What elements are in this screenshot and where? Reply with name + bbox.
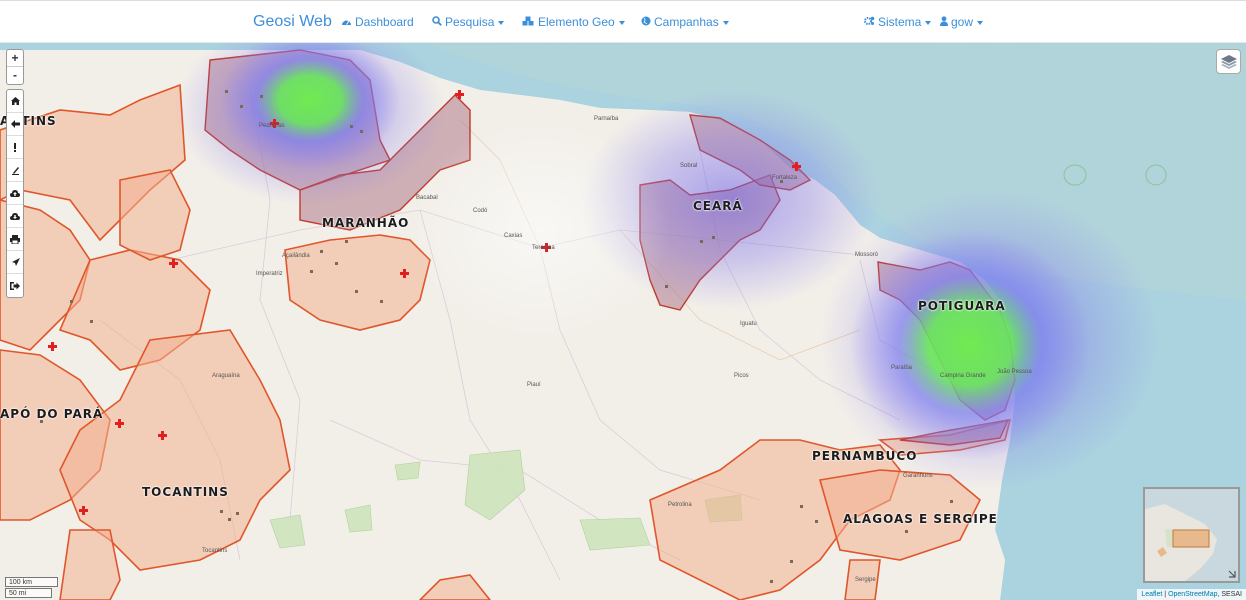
- back-button[interactable]: [7, 113, 23, 136]
- chevron-down-icon: [977, 20, 984, 25]
- navigate-button[interactable]: [7, 251, 23, 274]
- city-label: Pedreiras: [259, 123, 285, 129]
- city-label: Iguatu: [740, 321, 757, 327]
- attribution: Leaflet | OpenStreetMap, SESAI: [1137, 589, 1246, 600]
- exclamation-icon: [14, 142, 16, 152]
- city-label: Petrolina: [668, 502, 692, 508]
- top-navbar: Geosi Web Dashboard Pesquisa Elemento Ge…: [0, 0, 1246, 43]
- city-label: Paraíba: [891, 365, 913, 371]
- cogs-icon: [864, 16, 875, 29]
- nav-campanhas[interactable]: Campanhas: [641, 15, 729, 29]
- draw-button[interactable]: [7, 159, 23, 182]
- nav-elemento-geo-label: Elemento Geo: [538, 15, 615, 29]
- home-icon: [10, 97, 20, 105]
- region-label-alagoas-sergipe: ALAGOAS E SERGIPE: [843, 512, 998, 526]
- home-button[interactable]: [7, 90, 23, 113]
- region-label-ceara: CEARÁ: [693, 199, 743, 213]
- brand-link[interactable]: Geosi Web: [253, 13, 332, 31]
- print-button[interactable]: [7, 228, 23, 251]
- city-label: Garanhuns: [903, 473, 933, 479]
- sign-out-icon: [10, 281, 20, 290]
- download-button[interactable]: [7, 205, 23, 228]
- cubes-icon: [522, 16, 535, 29]
- city-label: Mossoró: [855, 252, 879, 258]
- nav-pesquisa-label: Pesquisa: [445, 15, 495, 29]
- chevron-down-icon: [925, 20, 932, 25]
- city-label: Picos: [734, 373, 749, 379]
- rocket-icon: [11, 257, 20, 266]
- city-label: Sergipe: [855, 577, 876, 583]
- layers-icon: [1220, 54, 1237, 69]
- city-label: Caxias: [504, 233, 523, 239]
- alert-button[interactable]: [7, 136, 23, 159]
- nav-user[interactable]: gow: [940, 15, 984, 29]
- pencil-icon: [11, 166, 19, 175]
- region-label-amapa-para: APÓ DO PARÁ: [0, 407, 104, 421]
- minimap[interactable]: [1143, 487, 1240, 583]
- city-label: Campina Grande: [940, 373, 986, 379]
- city-label: Bacabal: [416, 195, 438, 201]
- nav-dashboard-label: Dashboard: [355, 15, 414, 29]
- globe-icon: [641, 16, 651, 29]
- dashboard-icon: [341, 17, 352, 29]
- upload-button[interactable]: [7, 182, 23, 205]
- city-label: Parnaíba: [594, 116, 619, 122]
- cloud-download-icon: [10, 213, 20, 220]
- chevron-down-icon: [498, 20, 505, 25]
- chevron-down-icon: [618, 20, 625, 25]
- city-label: Sobral: [680, 163, 698, 169]
- city-label: João Pessoa: [997, 369, 1032, 375]
- print-icon: [10, 234, 20, 244]
- zoom-control: + -: [6, 49, 24, 85]
- region-label-pernambuco: PERNAMBUCO: [812, 449, 918, 463]
- region-label-potiguara: POTIGUARA: [918, 299, 1006, 313]
- city-label: Tocantins: [202, 548, 228, 554]
- layers-button[interactable]: [1216, 49, 1241, 74]
- nav-sistema[interactable]: Sistema: [864, 15, 932, 29]
- city-label: Fortaleza: [772, 175, 798, 181]
- cloud-upload-icon: [10, 190, 20, 197]
- city-label: Teresina: [532, 245, 555, 251]
- nav-elemento-geo[interactable]: Elemento Geo: [522, 15, 625, 29]
- city-label: Piauí: [527, 382, 541, 388]
- region-label-tocantins: TOCANTINS: [142, 485, 229, 499]
- nav-dashboard[interactable]: Dashboard: [341, 15, 414, 29]
- nav-user-label: gow: [951, 15, 974, 29]
- osm-link[interactable]: OpenStreetMap: [1168, 591, 1217, 598]
- nav-pesquisa[interactable]: Pesquisa: [432, 15, 505, 29]
- search-icon: [432, 16, 442, 29]
- map-toolbar: [6, 89, 24, 298]
- leaflet-link[interactable]: Leaflet: [1141, 591, 1162, 598]
- arrow-left-icon: [10, 120, 20, 128]
- map-base-layer: [0, 43, 1246, 600]
- zoom-out-button[interactable]: -: [7, 67, 23, 84]
- city-label: Açailândia: [282, 253, 310, 259]
- zoom-in-button[interactable]: +: [7, 50, 23, 67]
- region-label-maranhao: MARANHÃO: [322, 216, 410, 230]
- city-label: Codó: [473, 208, 488, 214]
- city-label: Imperatriz: [256, 271, 283, 277]
- map-canvas[interactable]: ANTINS MARANHÃO CEARÁ POTIGUARA PERNAMBU…: [0, 43, 1246, 600]
- nav-sistema-label: Sistema: [878, 15, 922, 29]
- chevron-down-icon: [722, 20, 729, 25]
- nav-campanhas-label: Campanhas: [654, 15, 719, 29]
- user-icon: [940, 16, 948, 29]
- exit-button[interactable]: [7, 274, 23, 297]
- attribution-rest: , SESAI: [1217, 591, 1242, 598]
- city-label: Araguaína: [212, 373, 240, 379]
- scale-mi: 50 mi: [5, 588, 52, 598]
- scale-km: 100 km: [5, 577, 58, 587]
